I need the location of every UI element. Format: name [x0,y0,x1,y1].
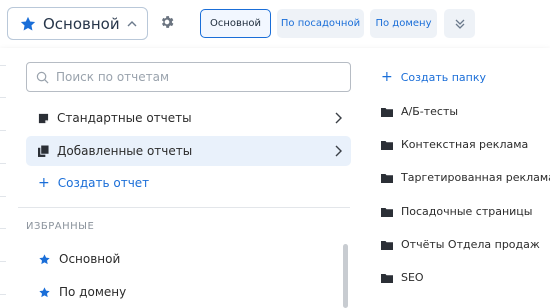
folder-item-seo[interactable]: SEO [381,271,424,284]
menu-item-label: Стандартные отчеты [57,111,192,125]
plus-icon: + [381,69,393,85]
folder-item-landing-pages[interactable]: Посадочные страницы [381,205,532,218]
favorite-item-po-domenu[interactable]: По домену [38,285,126,299]
folder-icon [381,173,393,183]
more-tabs-button[interactable] [444,9,475,38]
scrollbar-thumb[interactable] [343,244,348,308]
search-input[interactable] [56,70,326,84]
folder-label: Посадочные страницы [401,205,533,218]
folder-icon [381,273,393,283]
star-icon [39,286,50,297]
report-selector-label: Основной [43,14,120,33]
tab-po-posadochnoy[interactable]: По посадочной [277,9,364,38]
tab-po-domenu[interactable]: По домену [370,9,437,38]
folder-label: Таргетированная реклама [401,171,550,184]
create-report-label: Создать отчет [57,176,150,190]
report-toolbar: Основной Основной По посадочной По домен… [0,0,550,48]
folder-item-context-ads[interactable]: Контекстная реклама [381,138,528,151]
folder-icon [381,207,393,217]
tab-label: Основной [209,18,262,29]
folder-label: SEO [401,271,424,284]
folder-label: Контекстная реклама [401,138,529,151]
double-chevron-down-icon [455,19,464,29]
menu-item-label: Добавленные отчеты [57,144,193,158]
tab-osnovnoy[interactable]: Основной [200,9,271,38]
create-report-link[interactable]: + Создать отчет [38,176,149,190]
chevron-up-icon [127,20,137,26]
report-search-field[interactable] [26,62,351,92]
create-folder-link[interactable]: + Создать папку [381,70,486,84]
menu-item-added-reports[interactable]: Добавленные отчеты [26,136,351,166]
folder-label: А/Б-тесты [401,105,459,118]
folder-icon [381,240,393,250]
star-icon [39,253,50,264]
favorite-label: Основной [59,252,121,266]
plus-icon: + [38,175,50,191]
report-selector-button[interactable]: Основной [7,7,148,40]
gear-icon[interactable] [159,14,175,30]
folder-item-targeted-ads[interactable]: Таргетированная реклама [381,171,550,184]
favorite-item-osnovnoy[interactable]: Основной [38,252,120,266]
menu-item-standard-reports[interactable]: Стандартные отчеты [26,103,351,133]
divider [18,207,350,208]
reports-dropdown: Стандартные отчеты Добавленные отчеты + … [0,48,550,308]
report-icon [38,113,49,123]
favorites-heading: ИЗБРАННЫЕ [26,221,95,232]
folder-icon [381,107,393,117]
search-icon [36,71,49,83]
create-folder-label: Создать папку [400,70,487,84]
chevron-right-icon [335,145,342,157]
folder-item-ab-tests[interactable]: А/Б-тесты [381,105,458,118]
tab-label: По посадочной [280,18,361,29]
folder-label: Отчёты Отдела продаж [401,238,540,251]
folder-icon [381,140,393,150]
tab-label: По домену [375,18,432,29]
chevron-right-icon [335,112,342,124]
star-icon [20,16,36,30]
added-report-icon [38,145,49,157]
folder-item-sales-reports[interactable]: Отчёты Отдела продаж [381,238,540,251]
favorite-label: По домену [59,285,127,299]
